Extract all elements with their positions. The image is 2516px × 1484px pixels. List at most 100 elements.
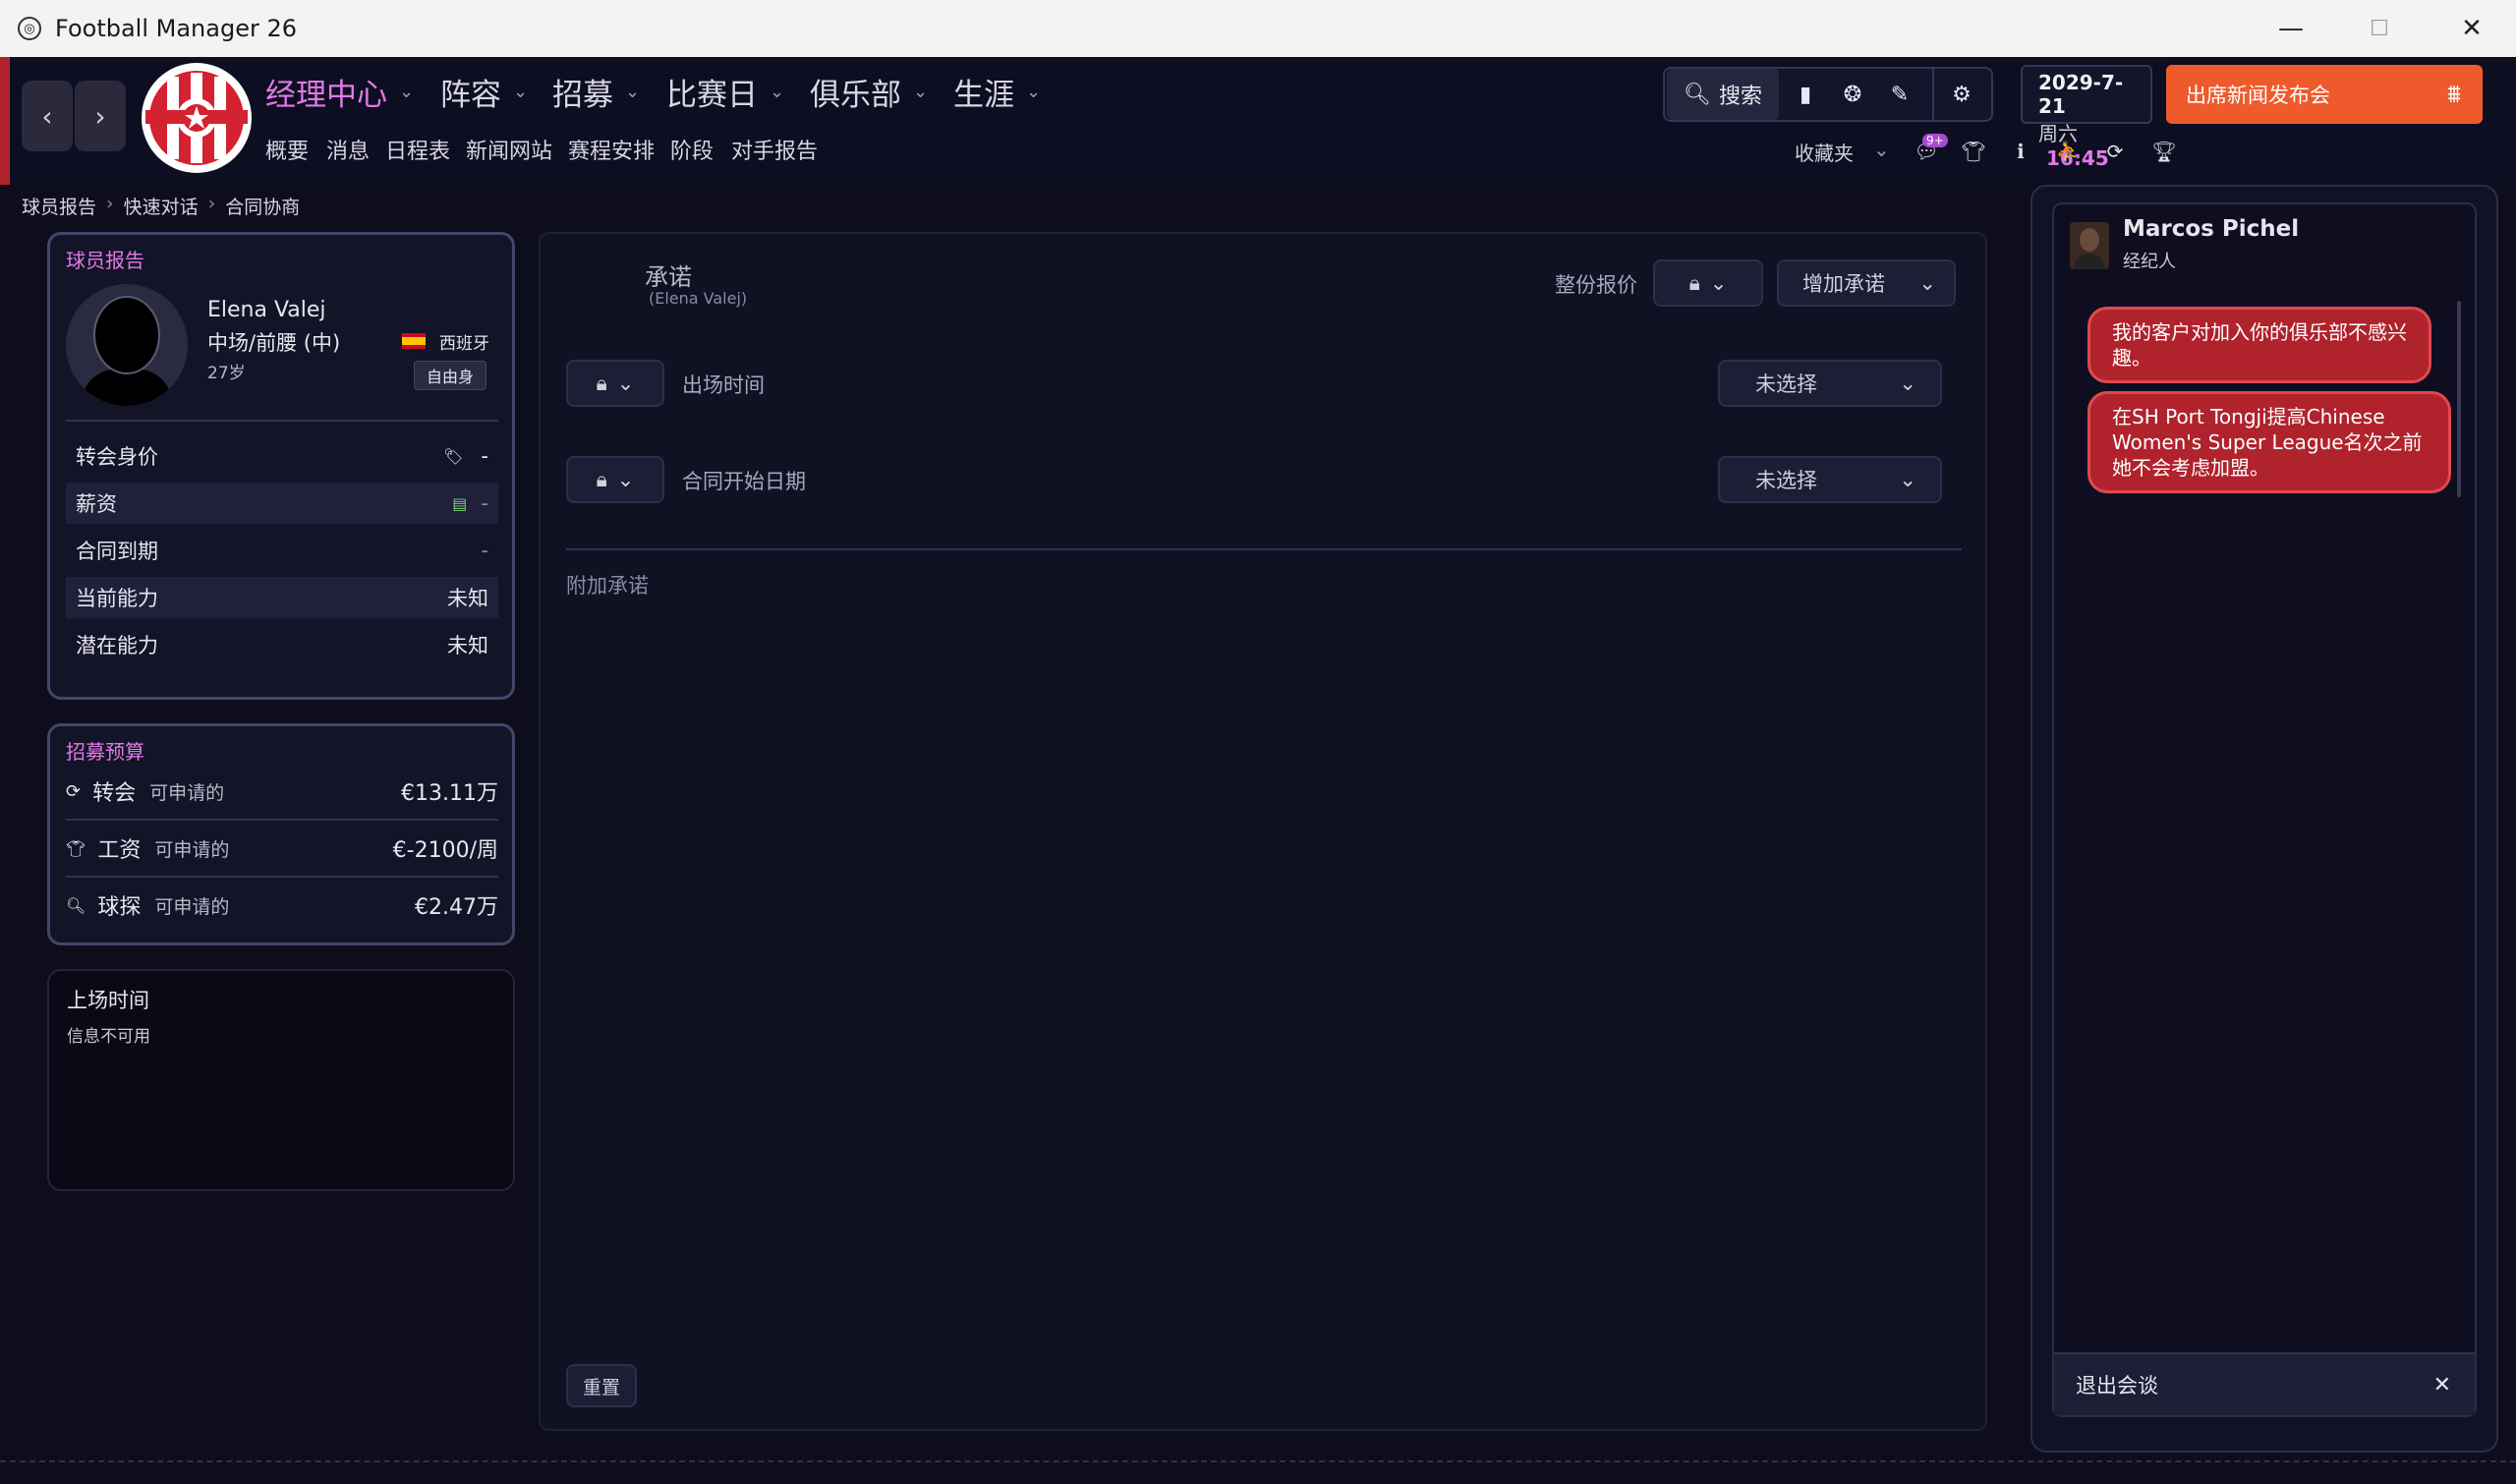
- menu-career[interactable]: 生涯 ⌄: [953, 69, 1041, 114]
- menu-label: 招募: [552, 77, 613, 113]
- player-position: 中场/前腰 (中): [207, 331, 341, 355]
- row-value: €13.11万: [401, 781, 498, 806]
- package-lock-dropdown[interactable]: 🔒︎ ⌄: [1653, 259, 1763, 307]
- divider: [66, 819, 498, 821]
- current-date: 2029-7-21: [2038, 71, 2124, 118]
- add-promise-dropdown[interactable]: 增加承诺 ⌄: [1777, 259, 1956, 307]
- menu-manager-hub[interactable]: 经理中心 ⌄: [265, 69, 414, 114]
- date-time-box[interactable]: 2029-7-21 周六16:45: [2021, 65, 2152, 170]
- close-icon[interactable]: ✕: [2433, 1373, 2451, 1398]
- playtime-select[interactable]: 未选择 ⌄: [1718, 360, 1942, 407]
- row-transfer-budget: ⟳ 转会 可申请的 €13.11万: [56, 768, 508, 815]
- menu-label: 经理中心: [265, 77, 387, 113]
- menu-recruitment[interactable]: 招募 ⌄: [552, 69, 640, 114]
- row-potential-ability: 潜在能力 未知: [66, 624, 498, 665]
- row-value: -: [481, 539, 488, 562]
- chat-message: 在SH Port Tongji提高Chinese Women's Super L…: [2087, 391, 2451, 493]
- bookmark-icon[interactable]: ▮: [1783, 69, 1828, 120]
- chevron-down-icon: ⌄: [1709, 271, 1728, 295]
- promises-subtitle: (Elena Valej): [649, 289, 748, 308]
- pen-icon[interactable]: ✎: [1877, 69, 1922, 120]
- window-titlebar: ◎ Football Manager 26 — ☐ ✕: [0, 0, 2516, 57]
- select-value: 未选择: [1755, 469, 1817, 492]
- agent-name: Marcos Pichel: [2123, 216, 2300, 242]
- chat-window: [2052, 202, 2477, 1417]
- back-button[interactable]: ‹: [22, 81, 73, 151]
- start-date-select[interactable]: 未选择 ⌄: [1718, 456, 1942, 503]
- select-value: 未选择: [1755, 372, 1817, 396]
- unavailable-text: 信息不可用: [67, 1027, 150, 1047]
- row-transfer-value: 转会身价 🏷︎ -: [66, 435, 498, 477]
- favorites-dropdown[interactable]: 收藏夹: [1795, 138, 1854, 166]
- toolbar: 🔍︎ 搜索 ▮ ❂ ✎ ⚙: [1663, 67, 1993, 122]
- exit-meeting-bar[interactable]: 退出会谈 ✕: [2054, 1352, 2475, 1415]
- promises-panel: 承诺 (Elena Valej) 整份报价 🔒︎ ⌄ 增加承诺 ⌄ 🔒︎ ⌄ 出场时间…: [539, 232, 1987, 1431]
- forward-button[interactable]: ›: [75, 81, 126, 151]
- row-value: €2.47万: [415, 895, 498, 920]
- chevron-down-icon: ⌄: [625, 81, 641, 102]
- row-wage: 薪资 ▤ -: [66, 483, 498, 524]
- start-date-lock-dropdown[interactable]: 🔒︎ ⌄: [566, 456, 664, 503]
- trophy-icon[interactable]: 🏆︎: [2150, 138, 2178, 165]
- player-age: 27岁: [207, 364, 246, 383]
- chevron-down-icon: ⌄: [1026, 81, 1042, 102]
- podium-icon: ⩩: [2447, 79, 2461, 109]
- submenu-news[interactable]: 新闻网站: [466, 134, 552, 165]
- row-label: 潜在能力: [76, 634, 158, 657]
- minimize-button[interactable]: —: [2247, 0, 2335, 57]
- divider: [66, 876, 498, 878]
- submenu-fixtures[interactable]: 赛程安排: [568, 134, 655, 165]
- lock-icon: 🔒︎: [1688, 270, 1700, 295]
- brain-icon[interactable]: ❂: [1830, 69, 1875, 120]
- add-promise-label: 增加承诺: [1802, 272, 1885, 296]
- breadcrumb-quick-chat[interactable]: 快速对话: [124, 193, 199, 219]
- club-crest-logo[interactable]: [142, 63, 252, 173]
- panel-title: 招募预算: [66, 740, 144, 764]
- search-icon: 🔍︎: [1684, 82, 1711, 107]
- menu-label: 俱乐部: [810, 77, 901, 113]
- divider: [566, 548, 1962, 550]
- press-conference-button[interactable]: 出席新闻发布会 ⩩: [2166, 65, 2483, 124]
- playtime-lock-dropdown[interactable]: 🔒︎ ⌄: [566, 360, 664, 407]
- chevron-down-icon: ⌄: [1899, 371, 1916, 395]
- info-board-icon[interactable]: ℹ: [2007, 138, 2034, 165]
- close-window-button[interactable]: ✕: [2428, 0, 2516, 57]
- submenu-opposition[interactable]: 对手报告: [731, 134, 818, 165]
- settings-gear-icon[interactable]: ⚙: [1932, 69, 1989, 120]
- footer-strip: [0, 1460, 2516, 1484]
- breadcrumb-player-report[interactable]: 球员报告: [22, 193, 96, 219]
- row-label: 当前能力: [76, 587, 158, 610]
- chevron-down-icon: ⌄: [1899, 468, 1916, 491]
- submenu-inbox[interactable]: 消息: [326, 134, 370, 165]
- menu-label: 阵容: [440, 77, 501, 113]
- accent-strip: [0, 57, 10, 185]
- chevron-right-icon: ›: [106, 193, 114, 214]
- menu-squad[interactable]: 阵容 ⌄: [440, 69, 528, 114]
- row-value: -: [481, 491, 488, 515]
- submenu-stages[interactable]: 阶段: [670, 134, 714, 165]
- extra-promises-label: 附加承诺: [566, 574, 649, 598]
- maximize-button[interactable]: ☐: [2335, 0, 2424, 57]
- playing-time-panel: 上场时间 信息不可用: [47, 969, 515, 1191]
- menu-club[interactable]: 俱乐部 ⌄: [810, 69, 928, 114]
- search-button[interactable]: 🔍︎ 搜索: [1667, 69, 1779, 120]
- contract-status-badge: 自由身: [414, 361, 487, 390]
- player-report-panel: 球员报告 Elena Valej 中场/前腰 (中) 27岁 西班牙 自由身 转…: [47, 232, 515, 700]
- playtime-promise-label: 出场时间: [682, 373, 765, 397]
- chevron-down-icon: ⌄: [770, 81, 785, 102]
- divider: [66, 420, 498, 422]
- submenu-calendar[interactable]: 日程表: [385, 134, 450, 165]
- row-scouting-budget: 🔍︎ 球探 可申请的 €2.47万: [56, 882, 508, 929]
- app-icon: ◎: [18, 17, 41, 40]
- submenu-overview[interactable]: 概要: [265, 134, 309, 165]
- menu-matchday[interactable]: 比赛日 ⌄: [666, 69, 784, 114]
- row-value: 未知: [447, 587, 488, 610]
- refresh-icon[interactable]: ⟳: [2101, 138, 2129, 165]
- reset-button[interactable]: 重置: [566, 1364, 637, 1407]
- row-label: 球探: [97, 895, 142, 920]
- shirt-icon: 👕︎: [66, 838, 86, 858]
- agent-role: 经纪人: [2123, 252, 2176, 272]
- shirt-icon[interactable]: 👕︎: [1960, 138, 1987, 165]
- chat-scrollbar[interactable]: [2457, 301, 2461, 497]
- people-icon[interactable]: ⛹: [2054, 138, 2082, 165]
